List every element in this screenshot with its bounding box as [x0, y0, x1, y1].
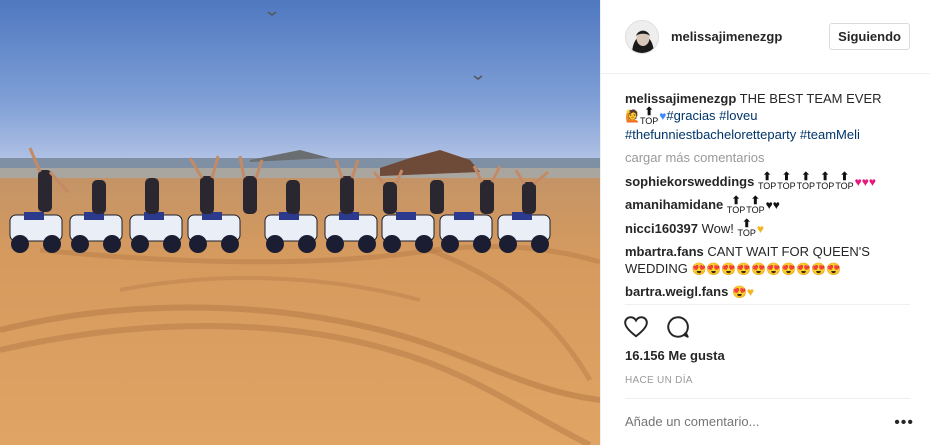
post-timestamp[interactable]: HACE UN DÍA — [625, 375, 693, 386]
caption-hashtags-2[interactable]: #thefunniestbacheloretteparty #teamMeli — [625, 127, 860, 142]
yellow-heart-emoji: ♥ — [746, 285, 755, 300]
likes-count[interactable]: 16.156 Me gusta — [625, 348, 725, 363]
top-arrow-emoji: ⬆ TOP — [815, 171, 835, 192]
top-arrow-emoji: ⬆ TOP — [726, 194, 746, 215]
caption-username[interactable]: melissajimenezgp — [625, 91, 736, 106]
add-comment-input[interactable] — [625, 414, 905, 429]
heart-outline-icon[interactable] — [623, 314, 649, 340]
comment-username[interactable]: nicci160397 — [625, 221, 698, 236]
avatar[interactable] — [625, 19, 659, 54]
top-arrow-emoji: ⬆ TOP — [639, 105, 659, 126]
comment-username[interactable]: sophiekorsweddings — [625, 174, 754, 189]
more-options-icon[interactable]: ••• — [894, 414, 914, 432]
top-arrow-emoji: ⬆ TOP — [796, 171, 815, 192]
yellow-heart-emoji: ♥ — [756, 221, 764, 236]
black-heart-emoji: ♥♥ — [765, 198, 780, 213]
load-more-comments[interactable]: cargar más comentarios — [625, 149, 910, 166]
list-item: amanihamidane ⬆ TOP ⬆ TOP♥♥ — [625, 194, 910, 215]
top-arrow-emoji: ⬆ TOP — [757, 171, 777, 192]
top-arrow-emoji: ⬆ TOP — [746, 194, 765, 215]
caption: melissajimenezgp THE BEST TEAM EVER 🙋 ⬆ TO… — [625, 90, 910, 143]
divider — [625, 398, 910, 399]
comment-text: Wow! — [701, 220, 734, 236]
smiling-eyes-emoji: 😍 — [731, 285, 747, 300]
woman-raising-hand-emoji: 🙋 — [625, 109, 640, 123]
list-item: mbartra.fans CANT WAIT FOR QUEEN'S WEDDI… — [625, 243, 910, 278]
comments-list: melissajimenezgp THE BEST TEAM EVER 🙋 ⬆ TO… — [601, 74, 930, 304]
comment-username[interactable]: mbartra.fans — [625, 244, 704, 259]
list-item: sophiekorsweddings ⬆ TOP ⬆ TOP ⬆ TOP ⬆ TOP ⬆ TOP♥… — [625, 171, 910, 192]
post-photo[interactable] — [0, 0, 600, 445]
top-arrow-emoji: ⬆ TOP — [835, 171, 854, 192]
following-button[interactable]: Siguiendo — [829, 23, 910, 50]
list-item: nicci160397 Wow! ⬆ TOP♥ — [625, 218, 910, 239]
caption-text: THE BEST TEAM EVER — [739, 91, 882, 106]
top-arrow-emoji: ⬆ TOP — [737, 218, 756, 239]
heart-emoji: ♥♥♥ — [854, 174, 877, 189]
list-item: bartra.weigl.fans 😍♥ — [625, 283, 910, 301]
header-username[interactable]: melissajimenezgp — [671, 29, 829, 44]
comment-username[interactable]: bartra.weigl.fans — [625, 284, 728, 299]
comment-bubble-icon[interactable] — [665, 314, 691, 340]
action-bar — [623, 314, 691, 340]
post-sidebar: melissajimenezgp Siguiendo melissajimene… — [600, 0, 930, 445]
caption-hashtags-1[interactable]: #gracias #loveu — [666, 108, 757, 123]
post-header: melissajimenezgp Siguiendo — [601, 0, 930, 74]
heart-eyes-emoji: 😍😍😍😍😍😍😍😍😍😍 — [691, 262, 841, 277]
comment-username[interactable]: amanihamidane — [625, 197, 723, 212]
divider — [625, 304, 910, 305]
instagram-post: melissajimenezgp Siguiendo melissajimene… — [0, 0, 930, 445]
top-arrow-emoji: ⬆ TOP — [777, 171, 796, 192]
